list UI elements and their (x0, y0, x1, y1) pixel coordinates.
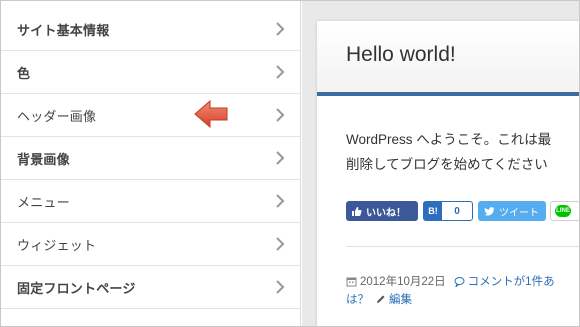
panel-item-label: ウィジェット (17, 238, 97, 254)
comment-icon (454, 276, 465, 287)
calendar-icon (346, 277, 357, 286)
thumbs-up-icon (352, 206, 362, 216)
facebook-like-label: いいね！ (366, 207, 406, 219)
comment-link-continuation[interactable]: は？ (346, 291, 369, 307)
chevron-right-icon (276, 22, 285, 36)
tweet-button[interactable]: ツイート (478, 201, 546, 221)
panel-item-label: サイト基本情報 (17, 23, 110, 39)
customizer-panel: サイト基本情報 色 ヘッダー画像 背景画像 メニュー ウィジェット 固定フロント… (1, 1, 301, 326)
post-meta-line-1: 2012年10月22日 コメントが1件あ (346, 273, 555, 289)
line-share-button[interactable]: LINE (550, 201, 579, 221)
panel-item-label: メニュー (17, 195, 70, 211)
post-body-line-2: 削除してブログを始めてください (346, 157, 548, 172)
post-divider (346, 246, 579, 247)
tweet-label: ツイート (499, 207, 539, 219)
panel-item-static-front-page[interactable]: 固定フロントページ (1, 266, 301, 309)
customizer-window: サイト基本情報 色 ヘッダー画像 背景画像 メニュー ウィジェット 固定フロント… (0, 0, 580, 327)
highlight-arrow-icon (194, 99, 228, 129)
chevron-right-icon (276, 151, 285, 165)
panel-item-header-image[interactable]: ヘッダー画像 (1, 94, 301, 137)
panel-item-colors[interactable]: 色 (1, 51, 301, 94)
post-card: Hello world! WordPress へようこそ。これは最 削除してブロ… (317, 21, 579, 326)
post-title[interactable]: Hello world! (346, 43, 456, 67)
facebook-like-button[interactable]: いいね！ (346, 201, 418, 221)
site-preview: Hello world! WordPress へようこそ。これは最 削除してブロ… (302, 1, 579, 326)
chevron-right-icon (276, 108, 285, 122)
twitter-bird-icon (484, 206, 495, 216)
panel-item-background-image[interactable]: 背景画像 (1, 137, 301, 180)
hatena-count: 0 (454, 205, 460, 217)
post-header: Hello world! (317, 21, 579, 92)
panel-item-label: ヘッダー画像 (17, 109, 97, 125)
chevron-right-icon (276, 194, 285, 208)
panel-item-label: 色 (17, 66, 31, 82)
hatena-bookmark-icon: B! (424, 202, 442, 220)
post-date[interactable]: 2012年10月22日 (360, 273, 446, 289)
chevron-right-icon (276, 280, 285, 294)
post-body-line-1: WordPress へようこそ。これは最 (346, 132, 552, 147)
panel-item-site-identity[interactable]: サイト基本情報 (1, 8, 301, 51)
post-meta-line-2: は？ 編集 (346, 291, 412, 307)
panel-item-widgets[interactable]: ウィジェット (1, 223, 301, 266)
line-icon: LINE (555, 205, 571, 217)
pencil-icon (377, 295, 385, 303)
chevron-right-icon (276, 65, 285, 79)
panel-item-label: 背景画像 (17, 152, 70, 168)
chevron-right-icon (276, 237, 285, 251)
panel-item-label: 固定フロントページ (17, 281, 136, 297)
accent-bar (317, 92, 579, 96)
edit-link[interactable]: 編集 (389, 291, 412, 307)
comment-link[interactable]: コメントが1件あ (468, 273, 555, 289)
panel-item-menus[interactable]: メニュー (1, 180, 301, 223)
hatena-bookmark-button[interactable]: B! 0 (423, 201, 473, 221)
